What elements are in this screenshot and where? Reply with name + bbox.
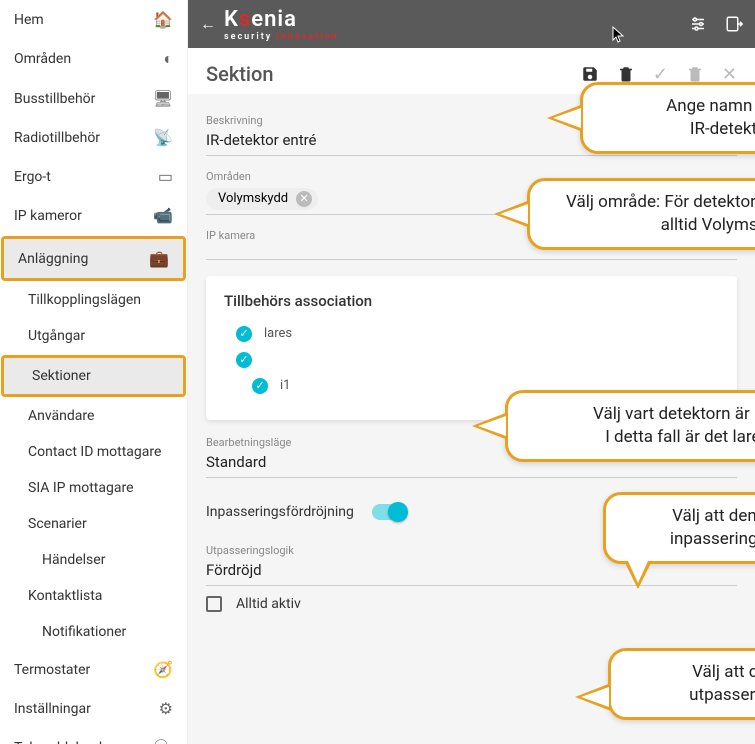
- exit-icon[interactable]: [725, 15, 743, 33]
- sidebar-item-scenarier[interactable]: Scenarier: [0, 506, 187, 542]
- sidebar-item-tillkopplingslagen[interactable]: Tillkopplingslägen: [0, 282, 187, 318]
- topbar: ← Kseniasecurity innovation: [188, 0, 755, 48]
- tree-node-lares[interactable]: ✓ lares: [236, 326, 719, 342]
- chip-volymskydd: Volymskydd ✕: [206, 188, 318, 210]
- sidebar-item-radiotillbehor[interactable]: Radiotillbehör📡: [0, 118, 187, 157]
- camera-icon: 📹: [153, 206, 173, 225]
- sidebar-item-anvandare[interactable]: Användare: [0, 398, 187, 434]
- page-title: Sektion: [206, 62, 563, 86]
- callout-association: Välj vart detektorn är inkopplad: I dett…: [505, 390, 755, 462]
- inpassering-toggle[interactable]: [372, 504, 406, 520]
- callout-area: Välj område: För detektorer inomhus är d…: [527, 178, 755, 250]
- gauge-icon: 🧭: [153, 660, 173, 679]
- tree-node-mid[interactable]: ✓: [236, 352, 719, 368]
- sidebar-item-termostater[interactable]: Termostater🧭: [0, 650, 187, 689]
- delete-icon[interactable]: [617, 65, 635, 83]
- tablet-icon: ▭: [158, 167, 173, 186]
- sidebar-highlight-sektioner: Sektioner: [1, 355, 186, 397]
- sidebar-item-ipkameror[interactable]: IP kameror📹: [0, 196, 187, 235]
- save-icon[interactable]: [581, 65, 599, 83]
- sidebar-item-notifikationer[interactable]: Notifikationer: [0, 614, 187, 650]
- main-panel: ← Kseniasecurity innovation Sektion ✓ ✕: [188, 0, 755, 744]
- sliders-icon[interactable]: [689, 15, 707, 33]
- sidebar-item-handelser[interactable]: Händelser: [0, 542, 187, 578]
- sidebar: Hem🏠 Områden◐ Busstillbehör🖥 Radiotillbe…: [0, 0, 188, 744]
- chip-remove-icon[interactable]: ✕: [296, 191, 312, 207]
- check-circle-icon: ✓: [236, 352, 252, 368]
- callout-inpass: Välj att den ska vara inpasseringsfördrö…: [603, 492, 755, 564]
- check-circle-icon: ✓: [236, 326, 252, 342]
- monitor-icon: 🖥: [153, 89, 173, 108]
- check-circle-icon: ✓: [252, 378, 268, 394]
- callout-utpass: Välj att den ska vara utpasseringsfördrö…: [608, 648, 755, 720]
- voice-icon: 🗣: [153, 738, 173, 744]
- back-button[interactable]: ←: [200, 14, 216, 34]
- gear-icon: ⚙: [159, 699, 173, 718]
- sidebar-item-kontaktlista[interactable]: Kontaktlista: [0, 578, 187, 614]
- sidebar-item-ergo-t[interactable]: Ergo-t▭: [0, 157, 187, 196]
- sidebar-item-busstillbehor[interactable]: Busstillbehör🖥: [0, 79, 187, 118]
- alltid-aktiv-label: Alltid aktiv: [236, 596, 301, 612]
- sidebar-item-anlaggning[interactable]: Anläggning💼: [4, 239, 183, 278]
- sidebar-item-hem[interactable]: Hem🏠: [0, 0, 187, 39]
- pie-icon: ◐: [163, 49, 173, 69]
- association-title: Tillbehörs association: [224, 292, 719, 310]
- sidebar-item-omraden[interactable]: Områden◐: [0, 39, 187, 79]
- antenna-icon: 📡: [153, 128, 173, 147]
- briefcase-icon: 💼: [149, 249, 169, 268]
- delete-disabled-icon[interactable]: [686, 65, 704, 83]
- home-icon: 🏠: [153, 10, 173, 29]
- sidebar-item-talmeddelanden[interactable]: Talmeddelanden🗣: [0, 728, 187, 744]
- sidebar-item-contactid[interactable]: Contact ID mottagare: [0, 434, 187, 470]
- callout-name: Ange namn på sektion: IR-detektor entré: [580, 82, 755, 154]
- checkbox-icon[interactable]: [206, 596, 222, 612]
- logo: Kseniasecurity innovation: [224, 7, 339, 42]
- sidebar-item-siaip[interactable]: SIA IP mottagare: [0, 470, 187, 506]
- alltid-aktiv-row[interactable]: Alltid aktiv: [206, 596, 737, 618]
- sidebar-item-installningar[interactable]: Inställningar⚙: [0, 689, 187, 728]
- sidebar-item-sektioner[interactable]: Sektioner: [4, 358, 183, 394]
- sidebar-item-utgangar[interactable]: Utgångar: [0, 318, 187, 354]
- sidebar-highlight-anlaggning: Anläggning💼: [1, 236, 186, 281]
- inpassering-label: Inpasseringsfördröjning: [206, 504, 354, 520]
